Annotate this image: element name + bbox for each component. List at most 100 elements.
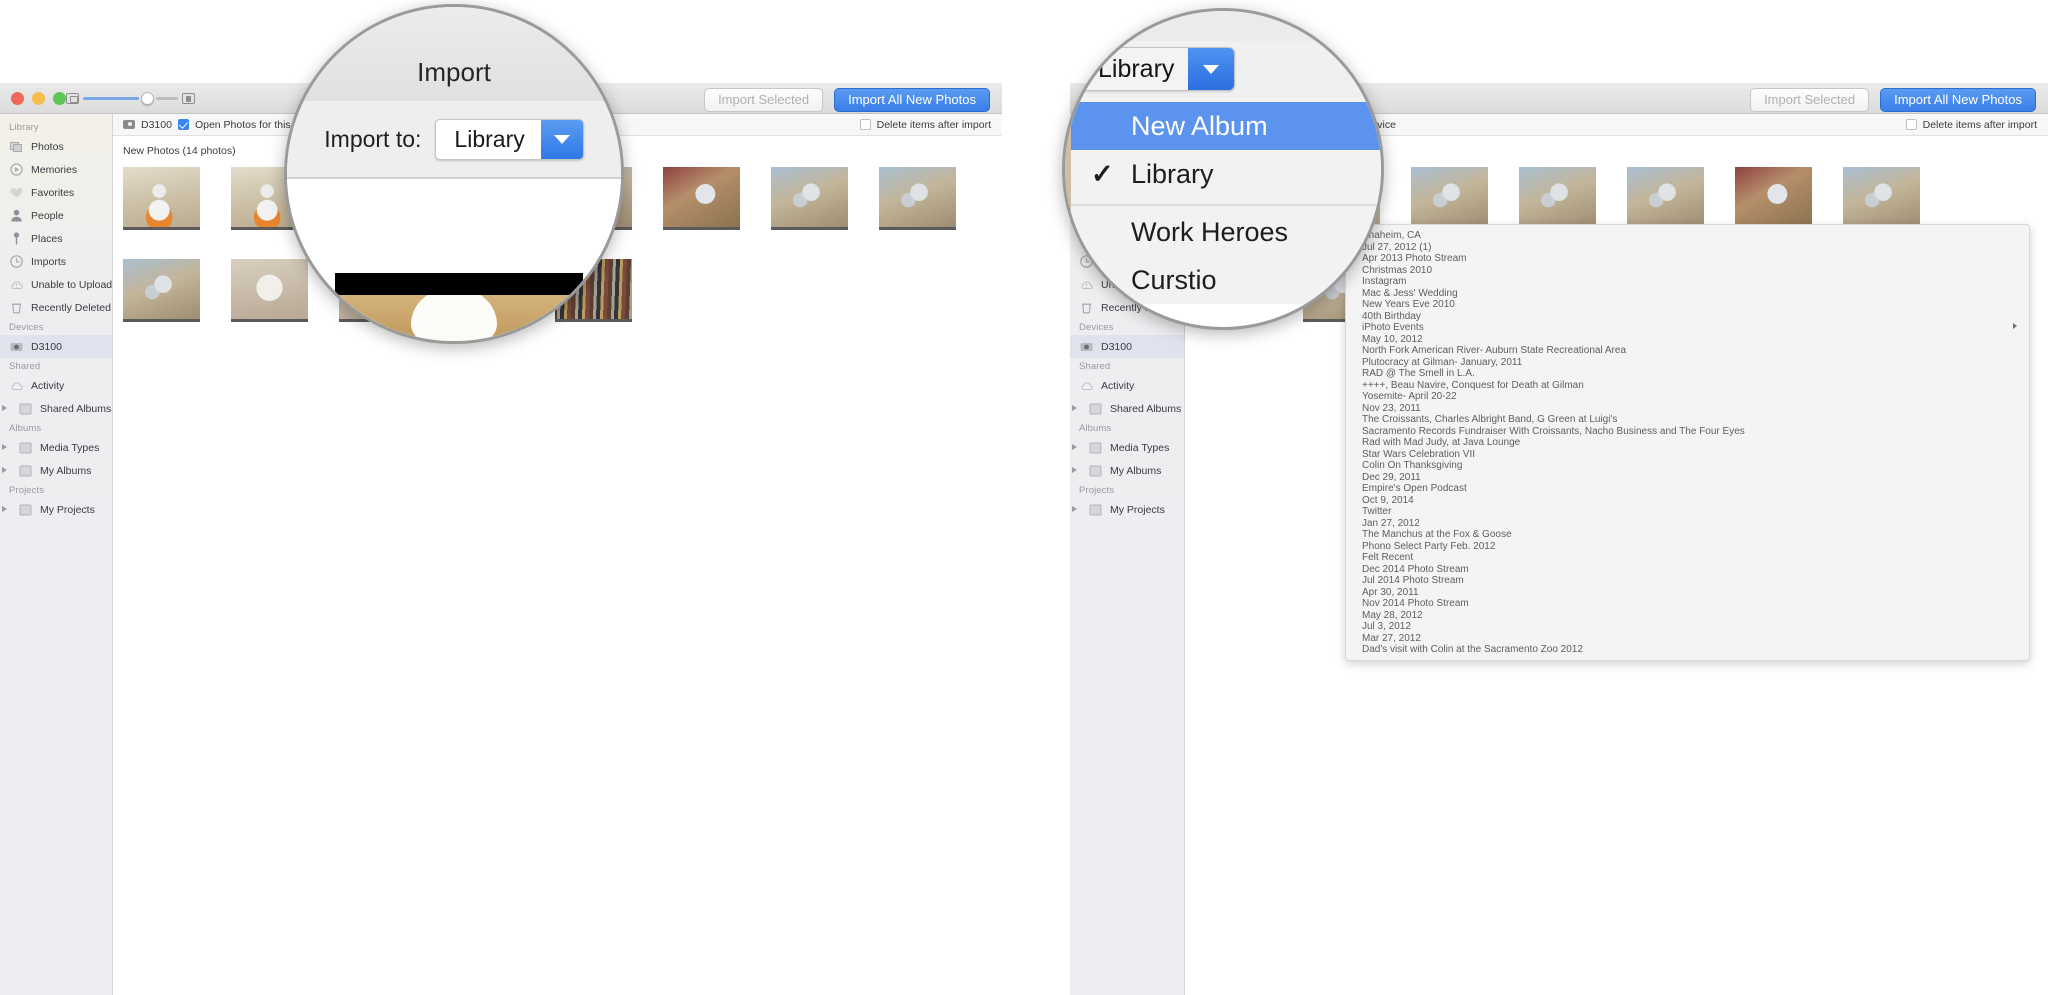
album-menu-item[interactable]: Apr 30, 2011 xyxy=(1346,587,2029,599)
sidebar-item-unable-to-upload[interactable]: Unable to Upload xyxy=(0,273,112,296)
photo-cell[interactable] xyxy=(663,167,771,259)
album-menu-item[interactable]: Dec 2014 Photo Stream xyxy=(1346,564,2029,576)
album-menu-item[interactable]: Dad's visit with Colin at the Sacramento… xyxy=(1346,644,2029,656)
sidebar-item-people[interactable]: People xyxy=(0,204,112,227)
album-menu-item[interactable]: Mac & Jess' Wedding xyxy=(1346,288,2029,300)
album-menu-item[interactable]: RAD @ The Smell in L.A. xyxy=(1346,368,2029,380)
sidebar-item-my-projects[interactable]: My Projects xyxy=(0,498,112,521)
menu-item-new-album[interactable]: New Album xyxy=(1071,102,1381,150)
album-menu-item[interactable]: Anaheim, CA xyxy=(1346,230,2029,242)
album-menu-item[interactable]: Felt Recent xyxy=(1346,552,2029,564)
sidebar-item-my-albums[interactable]: My Albums xyxy=(0,459,112,482)
chevron-right-icon[interactable] xyxy=(1072,405,1077,411)
album-menu-item[interactable]: May 28, 2012 xyxy=(1346,610,2029,622)
album-menu-item[interactable]: ++++, Beau Navire, Conquest for Death at… xyxy=(1346,380,2029,392)
menu-item-work-heroes[interactable]: Work Heroes xyxy=(1071,208,1381,256)
album-menu-item[interactable]: The Manchus at the Fox & Goose xyxy=(1346,529,2029,541)
photo-cell[interactable] xyxy=(771,167,879,259)
album-menu-item[interactable]: Rad with Mad Judy, at Java Lounge xyxy=(1346,437,2029,449)
open-photos-checkbox[interactable] xyxy=(177,119,189,130)
photo-thumbnail[interactable] xyxy=(1627,167,1704,230)
chevron-right-icon[interactable] xyxy=(1072,467,1077,473)
sidebar-item-media-types[interactable]: Media Types xyxy=(0,436,112,459)
photo-thumbnail[interactable] xyxy=(1411,167,1488,230)
sidebar-item-my-projects[interactable]: My Projects xyxy=(1070,498,1184,521)
album-menu-item[interactable]: Colin On Thanksgiving xyxy=(1346,460,2029,472)
minimize-button[interactable] xyxy=(32,92,45,105)
photo-thumbnail[interactable] xyxy=(879,167,956,230)
import-selected-button[interactable]: Import Selected xyxy=(1750,88,1870,112)
chevron-right-icon[interactable] xyxy=(2,506,7,512)
album-menu-item[interactable]: Star Wars Celebration VII xyxy=(1346,449,2029,461)
menu-item-curstio[interactable]: Curstio xyxy=(1071,256,1381,304)
photo-thumbnail[interactable] xyxy=(123,259,200,322)
photo-thumbnail[interactable] xyxy=(771,167,848,230)
sidebar-item-my-albums[interactable]: My Albums xyxy=(1070,459,1184,482)
album-menu-item[interactable]: Jul 3, 2012 xyxy=(1346,621,2029,633)
album-menu-item[interactable]: Plutocracy at Gilman- January, 2011 xyxy=(1346,357,2029,369)
album-menu-item[interactable]: Yosemite- April 20-22 xyxy=(1346,391,2029,403)
sidebar-item-shared-albums[interactable]: Shared Albums xyxy=(1070,397,1184,420)
photo-cell[interactable] xyxy=(879,167,987,259)
album-menu-item[interactable]: iPhoto Events xyxy=(1346,322,2029,334)
album-menu-item[interactable]: May 10, 2012 xyxy=(1346,334,2029,346)
album-menu-item[interactable]: Oct 9, 2014 xyxy=(1346,495,2029,507)
album-menu-item[interactable]: Twitter xyxy=(1346,506,2029,518)
album-menu-item[interactable]: Empire's Open Podcast xyxy=(1346,483,2029,495)
album-menu-item[interactable]: The Croissants, Charles Albright Band, G… xyxy=(1346,414,2029,426)
photo-cell[interactable] xyxy=(123,259,231,351)
sidebar-item-shared-albums[interactable]: Shared Albums xyxy=(0,397,112,420)
photo-thumbnail[interactable] xyxy=(1735,167,1812,230)
sidebar-item-memories[interactable]: Memories xyxy=(0,158,112,181)
album-menu-item[interactable]: Sacramento Records Fundraiser With Crois… xyxy=(1346,426,2029,438)
sidebar-item-d3100[interactable]: D3100 xyxy=(0,335,112,358)
window-controls[interactable] xyxy=(11,92,66,105)
album-menu-item[interactable]: Apr 2013 Photo Stream xyxy=(1346,253,2029,265)
chevron-right-icon[interactable] xyxy=(1072,506,1077,512)
sidebar-item-recently-deleted[interactable]: Recently Deleted xyxy=(0,296,112,319)
delete-after-import-checkbox[interactable] xyxy=(859,119,871,130)
import-all-new-photos-button[interactable]: Import All New Photos xyxy=(834,88,990,112)
sidebar-item-d3100[interactable]: D3100 xyxy=(1070,335,1184,358)
sidebar-item-imports[interactable]: Imports xyxy=(0,250,112,273)
album-menu-item[interactable]: Dec 29, 2011 xyxy=(1346,472,2029,484)
chevron-down-icon[interactable] xyxy=(1188,48,1235,90)
album-menu-item[interactable]: Phono Select Party Feb. 2012 xyxy=(1346,541,2029,553)
close-button[interactable] xyxy=(11,92,24,105)
chevron-down-icon[interactable] xyxy=(540,119,583,159)
album-menu-item[interactable]: North Fork American River- Auburn State … xyxy=(1346,345,2029,357)
import-to-popup-button[interactable]: Library xyxy=(435,118,584,160)
delete-after-import-checkbox[interactable] xyxy=(1905,119,1917,130)
chevron-right-icon[interactable] xyxy=(2,405,7,411)
chevron-right-icon[interactable] xyxy=(1072,444,1077,450)
album-menu-item[interactable]: Jan 27, 2012 xyxy=(1346,518,2029,530)
photo-thumbnail[interactable] xyxy=(123,167,200,230)
sidebar-item-media-types[interactable]: Media Types xyxy=(1070,436,1184,459)
chevron-right-icon[interactable] xyxy=(2,444,7,450)
import-to-popup-button[interactable]: Library xyxy=(1079,47,1236,91)
thumbnail-size-slider[interactable] xyxy=(66,92,195,105)
slider-knob[interactable] xyxy=(141,92,154,105)
sidebar-item-photos[interactable]: Photos xyxy=(0,135,112,158)
import-all-new-photos-button[interactable]: Import All New Photos xyxy=(1880,88,2036,112)
photo-cell[interactable] xyxy=(123,167,231,259)
album-menu-item[interactable]: Mar 27, 2012 xyxy=(1346,633,2029,645)
album-menu-item[interactable]: Instagram xyxy=(1346,276,2029,288)
sidebar-item-favorites[interactable]: Favorites xyxy=(0,181,112,204)
import-to-album-menu[interactable]: Anaheim, CA Jul 27, 2012 (1) Apr 2013 Phot… xyxy=(1345,224,2030,661)
album-menu-item[interactable]: Jul 2014 Photo Stream xyxy=(1346,575,2029,587)
maximize-button[interactable] xyxy=(53,92,66,105)
album-menu-item[interactable]: 40th Birthday xyxy=(1346,311,2029,323)
menu-item-library[interactable]: Library xyxy=(1071,150,1381,198)
sidebar-item-activity[interactable]: Activity xyxy=(0,374,112,397)
album-menu-item[interactable]: Nov 2014 Photo Stream xyxy=(1346,598,2029,610)
photo-thumbnail[interactable] xyxy=(663,167,740,230)
album-dropdown-menu[interactable]: New Album Library Work Heroes Curstio xyxy=(1071,97,1381,304)
photo-thumbnail[interactable] xyxy=(1519,167,1596,230)
album-menu-item[interactable]: Christmas 2010 xyxy=(1346,265,2029,277)
album-menu-item[interactable]: Nov 23, 2011 xyxy=(1346,403,2029,415)
photo-thumbnail[interactable] xyxy=(1843,167,1920,230)
chevron-right-icon[interactable] xyxy=(2,467,7,473)
album-menu-item[interactable]: Jul 27, 2012 (1) xyxy=(1346,242,2029,254)
sidebar-item-places[interactable]: Places xyxy=(0,227,112,250)
